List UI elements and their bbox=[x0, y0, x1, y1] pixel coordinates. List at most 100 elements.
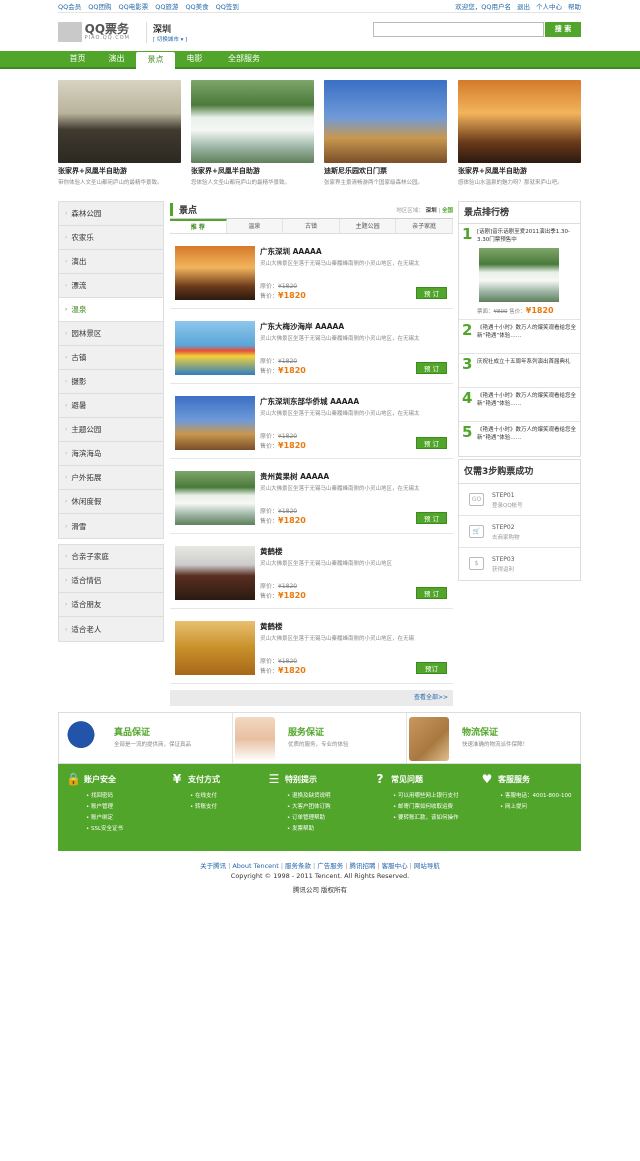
top-link[interactable]: 帮助 bbox=[568, 3, 581, 11]
ranking-text[interactable]: [话剧]音乐话剧至爱2011演出季1.30-3.30门票预售中 bbox=[477, 228, 576, 244]
attraction-image[interactable] bbox=[175, 246, 255, 300]
ranking-item[interactable]: 2 《艳遇十小时》数万人的爆笑观看给您全新“艳遇”体验…… bbox=[459, 320, 580, 354]
featured-card[interactable]: 张家界+凤凰半自助游 您体验人文圣山都宛庐山的最精华景致。 bbox=[191, 80, 314, 186]
nav-tab[interactable]: 全部服务 bbox=[214, 51, 274, 67]
featured-card[interactable]: 张家界+凤凰半自助游 感体验山水温泉的魅力呀？那就来庐山吧。 bbox=[458, 80, 581, 186]
attraction-image[interactable] bbox=[175, 546, 255, 600]
book-button[interactable]: 预 订 bbox=[416, 287, 447, 299]
featured-title[interactable]: 张家界+凤凰半自助游 bbox=[191, 166, 314, 176]
search-input[interactable] bbox=[373, 22, 544, 37]
sidebar-item[interactable]: › 适合老人 bbox=[59, 617, 163, 641]
top-link[interactable]: 个人中心 bbox=[536, 3, 562, 11]
book-button[interactable]: 预订 bbox=[416, 662, 447, 674]
sidebar-item[interactable]: › 适合朋友 bbox=[59, 593, 163, 617]
book-button[interactable]: 预 订 bbox=[416, 362, 447, 374]
list-tab[interactable]: 温泉 bbox=[227, 219, 284, 233]
footer-link[interactable]: 订单管理帮助 bbox=[287, 813, 331, 824]
sidebar-item[interactable]: › 农家乐 bbox=[59, 226, 163, 250]
footer-link[interactable]: 账户绑定 bbox=[86, 813, 123, 824]
footer-bottom-link[interactable]: 关于腾讯 bbox=[200, 862, 226, 870]
book-button[interactable]: 预 订 bbox=[416, 437, 447, 449]
featured-title[interactable]: 张家界+凤凰半自助游 bbox=[458, 166, 581, 176]
footer-bottom-link[interactable]: 腾讯招聘 bbox=[349, 862, 375, 870]
attraction-title[interactable]: 黄鹤楼 bbox=[260, 621, 283, 632]
footer-link[interactable]: 大客户团体订购 bbox=[287, 802, 331, 813]
top-link[interactable]: QQ电影票 bbox=[118, 3, 148, 11]
footer-link[interactable]: 找回密码 bbox=[86, 791, 123, 802]
featured-image[interactable] bbox=[191, 80, 314, 163]
city-switch-link[interactable]: [ 切换城市 ▾ ] bbox=[153, 35, 187, 43]
region-filter-city[interactable]: 深圳 bbox=[426, 208, 437, 214]
sidebar-item[interactable]: › 园林景区 bbox=[59, 322, 163, 346]
sidebar-item[interactable]: › 温泉 bbox=[59, 298, 163, 322]
footer-link[interactable]: 转账支付 bbox=[190, 802, 220, 813]
featured-card[interactable]: 迪斯尼乐园欢日门票 张家界主景清畅游两个国家级森林公园。 bbox=[324, 80, 447, 186]
featured-title[interactable]: 张家界+凤凰半自助游 bbox=[58, 166, 181, 176]
footer-link[interactable]: SSL安全证书 bbox=[86, 824, 123, 835]
sidebar-item[interactable]: › 摄影 bbox=[59, 370, 163, 394]
nav-tab[interactable]: 电影 bbox=[175, 51, 214, 67]
footer-bottom-link[interactable]: 网站导航 bbox=[414, 862, 440, 870]
footer-bottom-link[interactable]: About Tencent bbox=[232, 862, 279, 870]
sidebar-item[interactable]: › 海滨海岛 bbox=[59, 442, 163, 466]
sidebar-item[interactable]: › 适合情侣 bbox=[59, 569, 163, 593]
top-link[interactable]: QQ旅游 bbox=[155, 3, 178, 11]
attraction-title[interactable]: 广东大梅沙海岸 AAAAA bbox=[260, 321, 344, 332]
ranking-item[interactable]: 3 庆祝社成立十五周年系列演出首届典礼 bbox=[459, 354, 580, 388]
top-link[interactable]: 退出 bbox=[517, 3, 530, 11]
sidebar-item[interactable]: › 避暑 bbox=[59, 394, 163, 418]
list-tab[interactable]: 亲子家庭 bbox=[396, 219, 453, 233]
nav-tab[interactable]: 演出 bbox=[97, 51, 136, 67]
sidebar-item[interactable]: › 主题公园 bbox=[59, 418, 163, 442]
sidebar-item[interactable]: › 滑雪 bbox=[59, 514, 163, 538]
featured-image[interactable] bbox=[324, 80, 447, 163]
sidebar-item[interactable]: › 森林公园 bbox=[59, 202, 163, 226]
nav-tab[interactable]: 首页 bbox=[58, 51, 97, 67]
attraction-image[interactable] bbox=[175, 621, 255, 675]
footer-link[interactable]: 网上提问 bbox=[500, 802, 571, 813]
attraction-title[interactable]: 广东深圳 AAAAA bbox=[260, 246, 322, 257]
book-button[interactable]: 预 订 bbox=[416, 512, 447, 524]
list-tab[interactable]: 主题公园 bbox=[340, 219, 397, 233]
nav-tab[interactable]: 景点 bbox=[136, 52, 175, 70]
top-link[interactable]: QQ团购 bbox=[88, 3, 111, 11]
top-link[interactable]: QQ签到 bbox=[216, 3, 239, 11]
ranking-image[interactable] bbox=[479, 248, 559, 302]
region-filter-all[interactable]: 全国 bbox=[442, 208, 453, 214]
footer-link[interactable]: 账户管理 bbox=[86, 802, 123, 813]
footer-link[interactable]: 发票帮助 bbox=[287, 824, 331, 835]
attraction-image[interactable] bbox=[175, 321, 255, 375]
ranking-text[interactable]: 《艳遇十小时》数万人的爆笑观看给您全新“艳遇”体验…… bbox=[477, 392, 576, 408]
attraction-image[interactable] bbox=[175, 396, 255, 450]
list-tab[interactable]: 古镇 bbox=[283, 219, 340, 233]
footer-link[interactable]: 退换及缺货说明 bbox=[287, 791, 331, 802]
top-link[interactable]: QQ美食 bbox=[185, 3, 208, 11]
attraction-image[interactable] bbox=[175, 471, 255, 525]
footer-link[interactable]: 要转账汇款，该如何操作 bbox=[393, 813, 459, 824]
ranking-text[interactable]: 《艳遇十小时》数万人的爆笑观看给您全新“艳遇”体验…… bbox=[477, 324, 576, 340]
featured-card[interactable]: 张家界+凤凰半自助游 带你体验人文圣山都宛庐山的最精华景致。 bbox=[58, 80, 181, 186]
view-all-link[interactable]: 查看全部>> bbox=[170, 690, 453, 706]
attraction-title[interactable]: 黄鹤楼 bbox=[260, 546, 283, 557]
featured-image[interactable] bbox=[458, 80, 581, 163]
footer-link[interactable]: 客服电话：4001-800-100 bbox=[500, 791, 571, 802]
ranking-text[interactable]: 《艳遇十小时》数万人的爆笑观看给您全新“艳遇”体验…… bbox=[477, 426, 576, 442]
footer-link[interactable]: 可以用哪些网上银行支付 bbox=[393, 791, 459, 802]
footer-bottom-link[interactable]: 服务条款 bbox=[285, 862, 311, 870]
top-link[interactable]: QQ会员 bbox=[58, 3, 81, 11]
footer-bottom-link[interactable]: 广告服务 bbox=[317, 862, 343, 870]
footer-link[interactable]: 邮寄门票如何收取运费 bbox=[393, 802, 459, 813]
top-link[interactable]: 欢迎您，QQ用户名 bbox=[455, 3, 511, 11]
ranking-item[interactable]: 1 [话剧]音乐话剧至爱2011演出季1.30-3.30门票预售中 票面：¥80… bbox=[459, 224, 580, 320]
ranking-text[interactable]: 庆祝社成立十五周年系列演出首届典礼 bbox=[477, 358, 576, 366]
footer-bottom-link[interactable]: 客服中心 bbox=[382, 862, 408, 870]
sidebar-item[interactable]: › 休闲度假 bbox=[59, 490, 163, 514]
sidebar-item[interactable]: › 古镇 bbox=[59, 346, 163, 370]
logo[interactable]: QQ票务 PIAO.QQ.COM bbox=[58, 20, 130, 44]
attraction-title[interactable]: 贵州黄果树 AAAAA bbox=[260, 471, 329, 482]
sidebar-item[interactable]: › 演出 bbox=[59, 250, 163, 274]
ranking-item[interactable]: 5 《艳遇十小时》数万人的爆笑观看给您全新“艳遇”体验…… bbox=[459, 422, 580, 456]
featured-image[interactable] bbox=[58, 80, 181, 163]
attraction-title[interactable]: 广东深圳东部华侨城 AAAAA bbox=[260, 396, 359, 407]
search-button[interactable]: 搜 索 bbox=[545, 22, 581, 37]
